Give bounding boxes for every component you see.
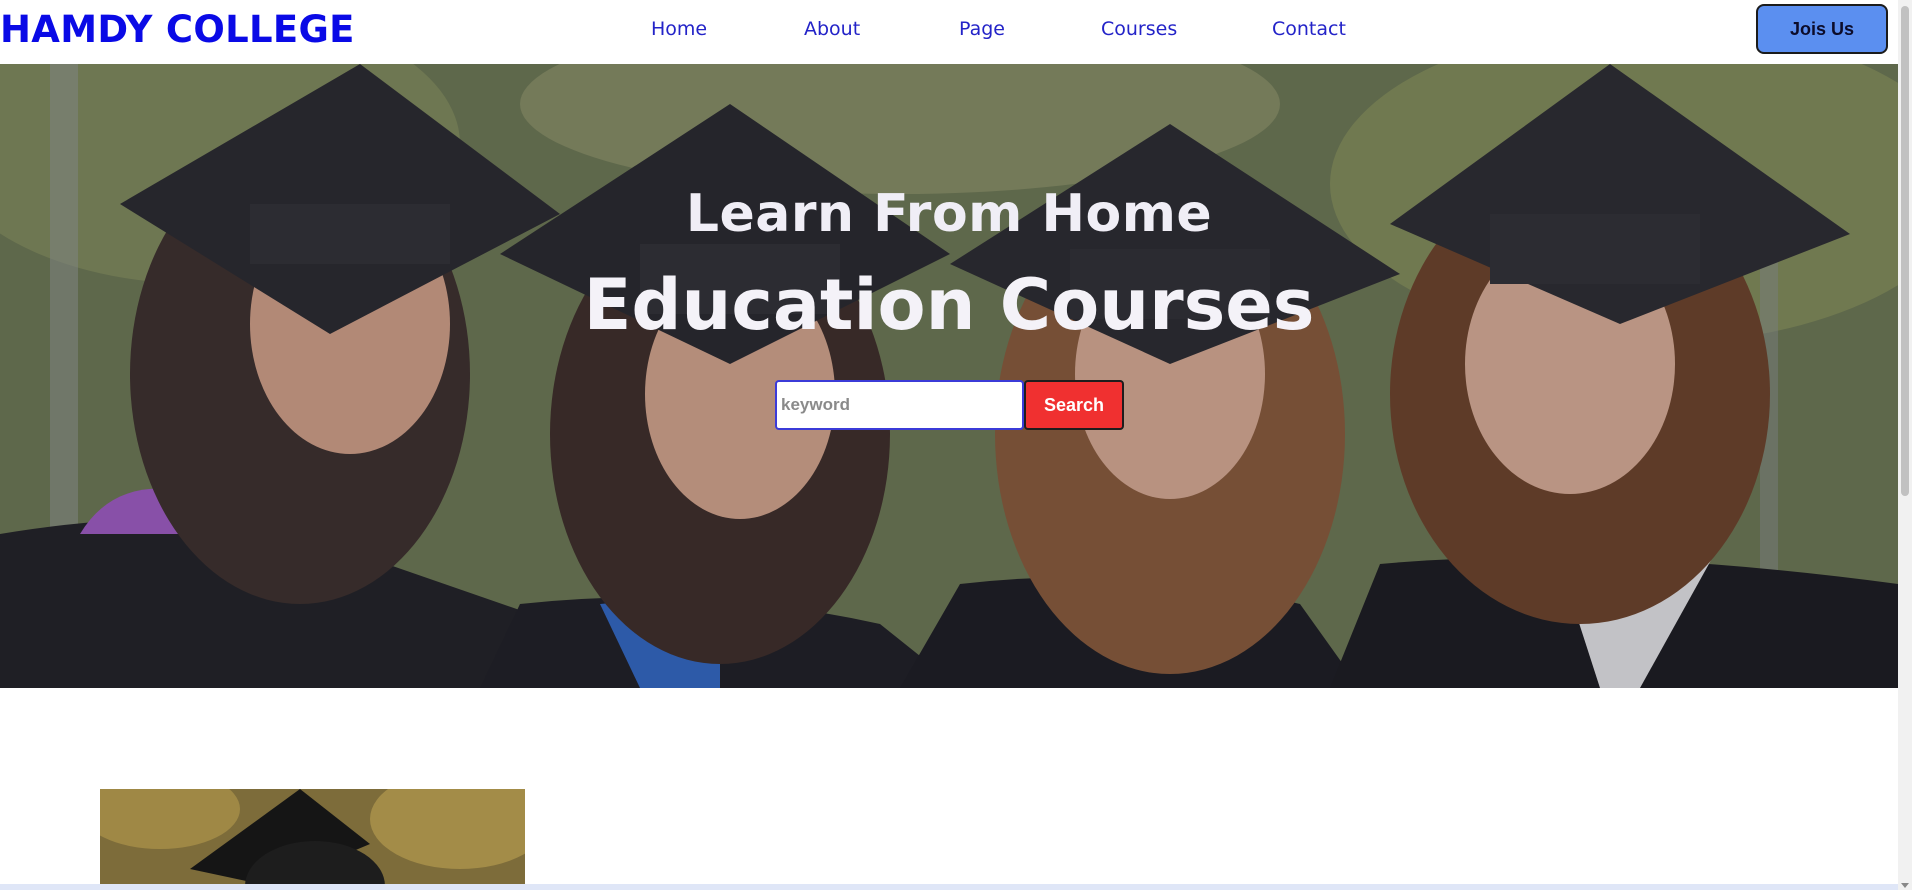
scroll-down-arrow-icon[interactable] [1901, 883, 1909, 888]
bottom-edge [0, 884, 1898, 890]
site-logo[interactable]: HAMDY COLLEGE [0, 8, 355, 51]
scrollbar-thumb[interactable] [1901, 6, 1909, 496]
nav-link-contact[interactable]: Contact [1272, 18, 1346, 40]
join-us-button[interactable]: Jois Us [1756, 4, 1888, 54]
nav-link-courses[interactable]: Courses [1101, 18, 1177, 40]
hero-title: Education Courses [583, 264, 1315, 346]
course-thumbnail-image [100, 789, 525, 886]
nav-link-about[interactable]: About [804, 18, 860, 40]
hero-banner: Learn From Home Education Courses Search [0, 64, 1898, 688]
hero-overlay [0, 64, 1898, 688]
page-scrollbar[interactable] [1898, 0, 1912, 890]
hero-subtitle: Learn From Home [685, 184, 1213, 244]
site-header: HAMDY COLLEGE Home About Page Courses Co… [0, 0, 1898, 64]
search-input[interactable] [775, 380, 1024, 430]
nav-link-home[interactable]: Home [651, 18, 707, 40]
nav-link-page[interactable]: Page [959, 18, 1005, 40]
search-button[interactable]: Search [1024, 380, 1124, 430]
